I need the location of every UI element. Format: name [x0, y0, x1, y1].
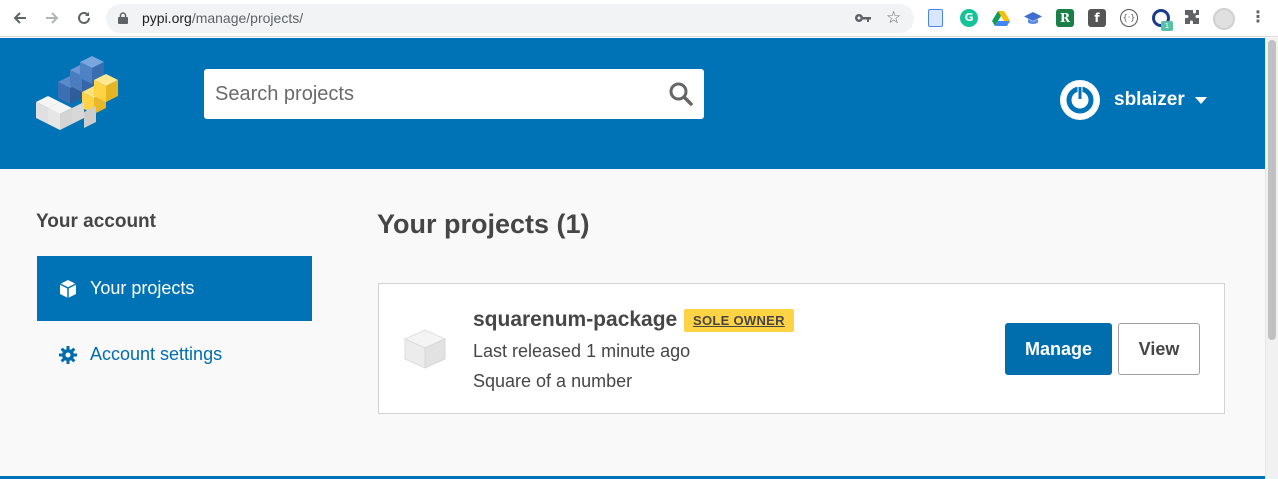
key-icon[interactable]: [854, 11, 872, 25]
browser-menu-icon[interactable]: ⋮: [1250, 7, 1266, 26]
view-button[interactable]: View: [1118, 323, 1200, 375]
project-card: squarenum-package SOLE OWNER Last releas…: [378, 283, 1225, 414]
code-extension-icon[interactable]: {·}: [1120, 9, 1138, 27]
drive-extension-icon[interactable]: [992, 9, 1010, 27]
caret-down-icon[interactable]: [1194, 96, 1207, 104]
cube-icon: [59, 279, 77, 298]
reload-icon[interactable]: [72, 6, 96, 30]
username[interactable]: sblaizer: [1114, 89, 1185, 111]
grammarly-extension-icon[interactable]: G: [960, 9, 978, 27]
sidebar-item-your-projects[interactable]: Your projects: [37, 256, 312, 321]
puzzle-extensions-icon[interactable]: [1184, 9, 1202, 27]
extension-badge: 1: [1161, 21, 1173, 31]
sidebar-item-label: Your projects: [90, 278, 195, 298]
page-title: Your projects (1): [377, 209, 590, 239]
scrollbar-thumb[interactable]: [1268, 40, 1276, 340]
forward-arrow-icon[interactable]: [40, 6, 64, 30]
package-cube-icon: [403, 329, 447, 369]
power-avatar-icon: [1066, 86, 1094, 114]
sidebar-item-label: Account settings: [90, 344, 223, 364]
user-avatar[interactable]: [1060, 80, 1100, 120]
docs-extension-icon[interactable]: [928, 9, 943, 27]
r-extension-icon[interactable]: R: [1056, 9, 1074, 27]
url-text: pypi.org/manage/projects/: [142, 10, 304, 26]
back-arrow-icon[interactable]: [8, 6, 32, 30]
bookmark-star-icon[interactable]: ☆: [886, 8, 901, 28]
pypi-logo-icon[interactable]: [34, 56, 122, 130]
project-name[interactable]: squarenum-package: [473, 308, 677, 332]
sole-owner-badge[interactable]: SOLE OWNER: [684, 309, 794, 332]
site-header: sblaizer: [0, 38, 1265, 169]
manage-button[interactable]: Manage: [1005, 323, 1112, 375]
sidebar-item-account-settings[interactable]: Account settings: [37, 322, 312, 387]
graduation-cap-extension-icon[interactable]: [1024, 9, 1042, 27]
page-scrollbar[interactable]: [1265, 38, 1278, 479]
project-description: Square of a number: [473, 371, 633, 391]
facebook-extension-icon[interactable]: f: [1088, 9, 1106, 27]
gear-icon: [59, 345, 77, 364]
sidebar-title: Your account: [36, 211, 156, 232]
lock-icon: [118, 12, 128, 24]
search-box: [204, 69, 704, 119]
address-bar[interactable]: pypi.org/manage/projects/ ☆: [106, 4, 914, 33]
profile-avatar-icon[interactable]: [1213, 8, 1235, 30]
browser-toolbar: pypi.org/manage/projects/ ☆ G R f {·} 1 …: [0, 0, 1278, 37]
user-menu[interactable]: sblaizer: [1060, 80, 1207, 120]
search-input[interactable]: [204, 69, 654, 119]
project-last-released: Last released 1 minute ago: [473, 341, 691, 361]
search-icon[interactable]: [668, 81, 694, 107]
